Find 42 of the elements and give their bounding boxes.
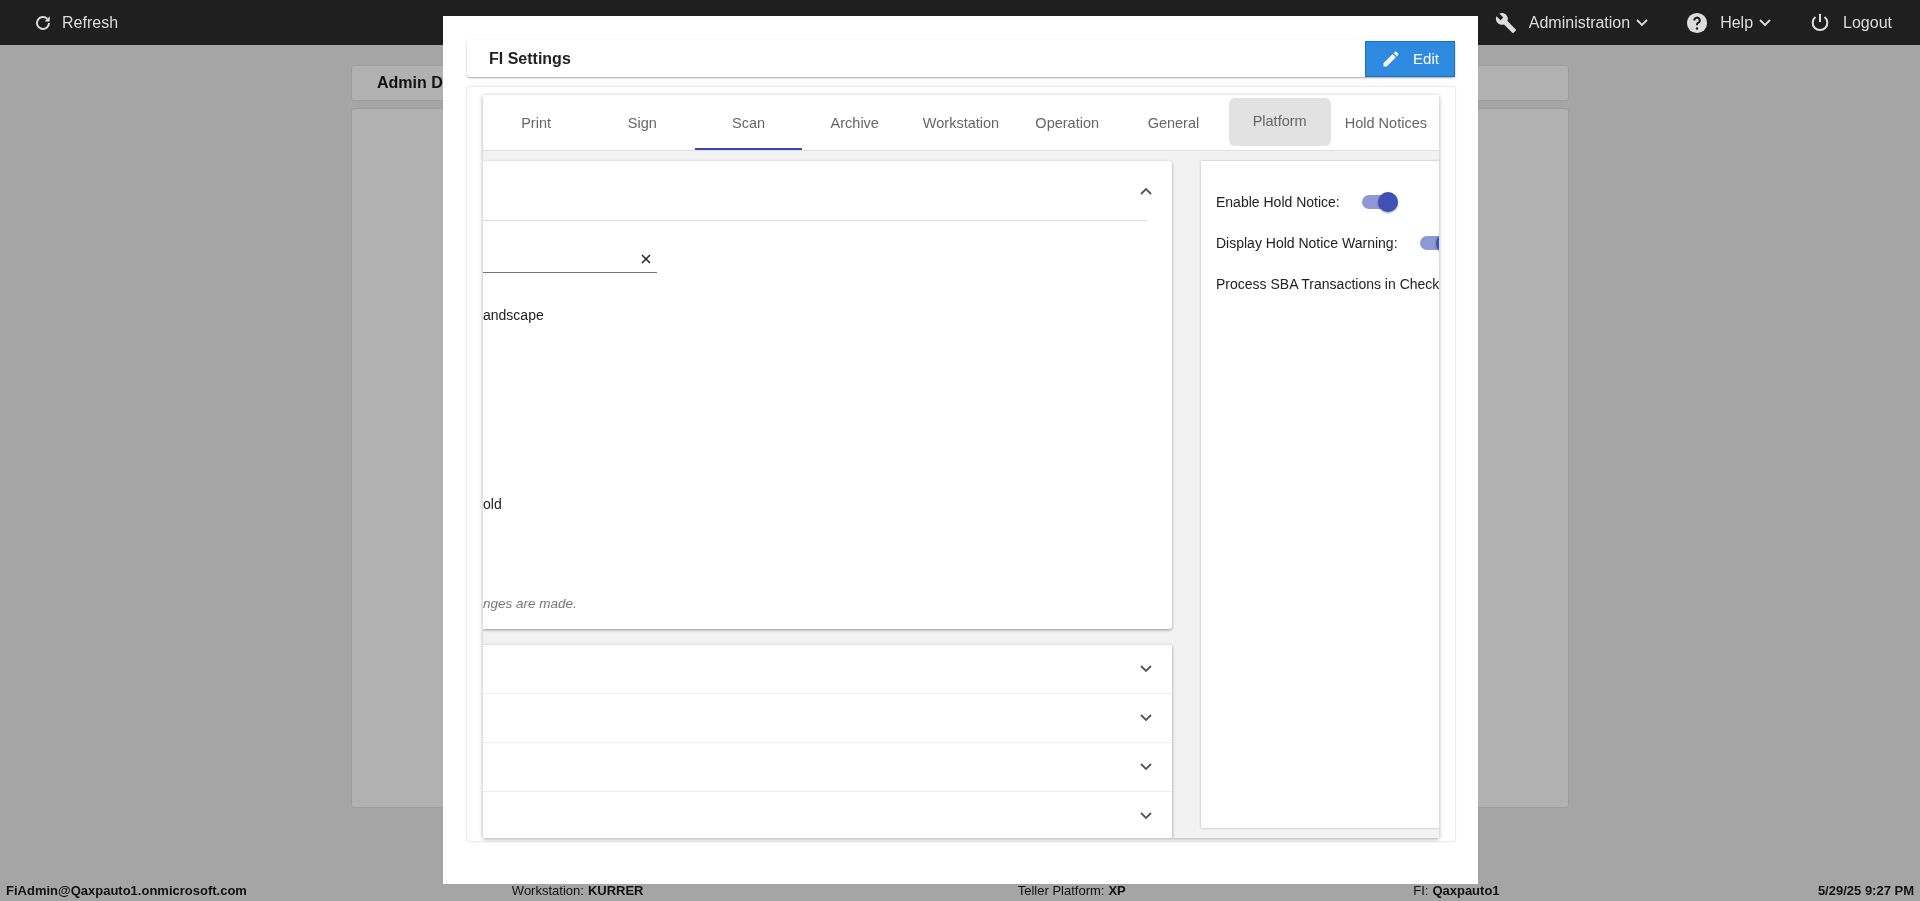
chevron-down-icon	[1140, 763, 1152, 771]
caret-icon	[1636, 18, 1649, 27]
wrench-icon	[1494, 11, 1517, 34]
option-label: old	[483, 496, 502, 512]
status-label: Teller Platform:	[1017, 883, 1105, 898]
menu-button[interactable]: Logout	[1809, 11, 1892, 34]
date-time: 5/29/25 9:27 PM	[1817, 883, 1914, 898]
caret-icon	[1759, 18, 1772, 27]
refresh-icon	[34, 13, 52, 32]
chevron-down-icon	[1140, 665, 1152, 673]
menu-button[interactable]: Administration	[1494, 11, 1649, 34]
menu-button[interactable]: Help	[1686, 11, 1772, 34]
expand-toggle[interactable]	[1140, 186, 1152, 195]
card-title: Admin D	[377, 74, 443, 92]
setting-label: Process SBA Transactions in Check	[1216, 276, 1439, 292]
tab[interactable]: Sign	[589, 98, 696, 150]
tab[interactable]: Platform	[1228, 98, 1331, 146]
tab[interactable]: Archive	[801, 98, 908, 150]
chevron-down-icon	[1140, 714, 1152, 722]
chevron-down-icon	[1140, 812, 1152, 820]
tab[interactable]: Hold Notices	[1332, 98, 1439, 150]
clear-icon[interactable]	[641, 254, 651, 264]
dialog-title: FI Settings	[489, 49, 571, 68]
help-icon	[1686, 11, 1709, 34]
chevron-up-icon	[1140, 186, 1152, 195]
setting-label: Enable Hold Notice:	[1216, 194, 1340, 210]
status-value: Qaxpauto1	[1432, 883, 1500, 898]
tab[interactable]: General	[1120, 98, 1227, 150]
tab[interactable]: Print	[483, 98, 590, 150]
tab[interactable]: Workstation	[907, 98, 1015, 150]
setting-label: Display Hold Notice Warning:	[1216, 235, 1398, 251]
option-label: andscape	[483, 307, 544, 323]
status-value: XP	[1108, 883, 1126, 898]
tab[interactable]: Operation	[1014, 98, 1121, 150]
user-email: FiAdmin@Qaxpauto1.onmicrosoft.com	[6, 883, 248, 898]
refresh-button[interactable]: Refresh	[34, 13, 119, 32]
toggle-switch[interactable]	[1361, 195, 1396, 209]
status-value: KURRER	[587, 883, 644, 898]
edit-button[interactable]: Edit	[1365, 40, 1455, 77]
status-label: FI:	[1413, 883, 1429, 898]
hint-text: nges are made.	[483, 596, 577, 611]
status-label: Workstation:	[511, 883, 584, 898]
